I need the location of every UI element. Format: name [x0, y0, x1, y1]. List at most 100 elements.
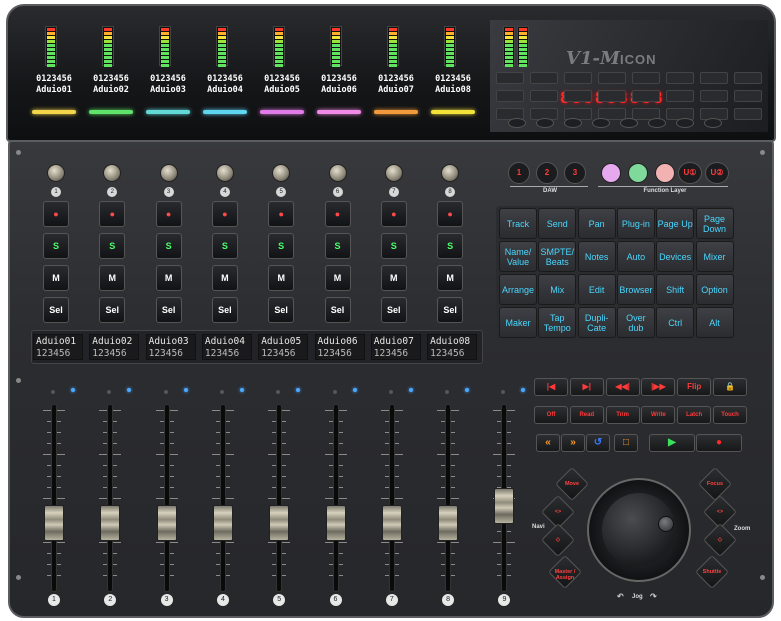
- solo-button-ch6[interactable]: S: [324, 233, 351, 259]
- mute-button-ch8[interactable]: M: [437, 265, 464, 291]
- zoom-left-right-button[interactable]: <>: [700, 509, 740, 515]
- function-auto-button[interactable]: Auto: [616, 241, 655, 272]
- pod-key[interactable]: [564, 90, 592, 102]
- rec-button-ch8[interactable]: ●: [437, 201, 464, 227]
- focus-button[interactable]: Focus: [695, 481, 735, 487]
- function-layer-color-1-button[interactable]: [601, 163, 621, 183]
- pod-round-key[interactable]: [676, 118, 694, 128]
- pod-key[interactable]: [700, 90, 728, 102]
- function-mixer-button[interactable]: Mixer: [695, 241, 734, 272]
- function-plug-in-button[interactable]: Plug-in: [616, 208, 655, 239]
- pod-round-key[interactable]: [508, 118, 526, 128]
- rec-button-ch7[interactable]: ●: [380, 201, 407, 227]
- select-button-ch1[interactable]: Sel: [43, 297, 69, 323]
- select-button-ch4[interactable]: Sel: [211, 297, 238, 323]
- pod-key[interactable]: [564, 72, 592, 84]
- pan-knob-ch6[interactable]: [328, 164, 347, 182]
- function-option-button[interactable]: Option: [695, 274, 734, 305]
- fader-cap-ch2[interactable]: [100, 505, 121, 541]
- transport-row3-button-3[interactable]: ↺: [586, 434, 610, 452]
- automation-write-button[interactable]: Write: [641, 406, 676, 424]
- daw-3-button[interactable]: 3: [564, 162, 586, 184]
- daw-1-button[interactable]: 1: [508, 162, 530, 184]
- function-send-button[interactable]: Send: [538, 208, 577, 239]
- solo-button-ch8[interactable]: S: [437, 233, 464, 259]
- automation-latch-button[interactable]: Latch: [677, 406, 712, 424]
- function-name-value-button[interactable]: Name/ Value: [499, 241, 537, 272]
- function-layer-color-3-button[interactable]: [655, 163, 675, 183]
- pod-key[interactable]: [734, 90, 762, 102]
- select-button-ch3[interactable]: Sel: [155, 297, 182, 323]
- rec-button-ch6[interactable]: ●: [324, 201, 351, 227]
- mute-button-ch4[interactable]: M: [211, 265, 238, 291]
- pod-key[interactable]: [700, 72, 728, 84]
- solo-button-ch4[interactable]: S: [211, 233, 238, 259]
- select-button-ch7[interactable]: Sel: [380, 297, 407, 323]
- pod-key[interactable]: [734, 72, 762, 84]
- pod-key[interactable]: [666, 90, 694, 102]
- solo-button-ch3[interactable]: S: [155, 233, 182, 259]
- pod-key[interactable]: [530, 72, 558, 84]
- transport-row3-button-5[interactable]: ▶: [649, 434, 695, 452]
- function-devices-button[interactable]: Devices: [656, 241, 695, 272]
- fader-cap-ch4[interactable]: [212, 505, 233, 541]
- function-ctrl-button[interactable]: Ctrl: [656, 307, 695, 338]
- pod-key[interactable]: [496, 90, 524, 102]
- daw-2-button[interactable]: 2: [536, 162, 558, 184]
- fader-cap-ch5[interactable]: [269, 505, 290, 541]
- pan-knob-ch1[interactable]: [47, 164, 65, 182]
- pod-round-key[interactable]: [592, 118, 610, 128]
- select-button-ch5[interactable]: Sel: [268, 297, 295, 323]
- pod-key[interactable]: [598, 72, 626, 84]
- fader-cap-ch6[interactable]: [325, 505, 346, 541]
- fader-cap-ch9[interactable]: [494, 488, 515, 524]
- pod-round-key[interactable]: [648, 118, 666, 128]
- transport-row3-button-2[interactable]: »: [561, 434, 585, 452]
- function-page-down-button[interactable]: Page Down: [695, 208, 734, 239]
- rec-button-ch1[interactable]: ●: [43, 201, 69, 227]
- automation-read-button[interactable]: Read: [569, 406, 604, 424]
- transport-row1-button-1[interactable]: |◀: [534, 378, 568, 396]
- function-notes-button[interactable]: Notes: [577, 241, 616, 272]
- function-layer-color-2-button[interactable]: [628, 163, 648, 183]
- automation-touch-button[interactable]: Touch: [713, 406, 747, 424]
- function-tap-tempo-button[interactable]: Tap Tempo: [538, 307, 577, 338]
- rec-button-ch5[interactable]: ●: [268, 201, 295, 227]
- rec-button-ch3[interactable]: ●: [155, 201, 182, 227]
- function-dupli-cate-button[interactable]: Dupli- Cate: [577, 307, 616, 338]
- function-edit-button[interactable]: Edit: [577, 274, 616, 305]
- pod-round-key[interactable]: [704, 118, 722, 128]
- pod-key[interactable]: [734, 108, 762, 120]
- function-alt-button[interactable]: Alt: [695, 307, 734, 338]
- function-shift-button[interactable]: Shift: [656, 274, 695, 305]
- pod-key[interactable]: [496, 72, 524, 84]
- transport-row3-button-1[interactable]: «: [536, 434, 560, 452]
- function-arrange-button[interactable]: Arrange: [499, 274, 537, 305]
- automation-trim-button[interactable]: Trim: [605, 406, 640, 424]
- pod-round-key[interactable]: [536, 118, 554, 128]
- pod-key[interactable]: [632, 90, 660, 102]
- pod-key[interactable]: [598, 90, 626, 102]
- transport-row1-button-4[interactable]: |▶▶: [641, 378, 676, 396]
- mute-button-ch1[interactable]: M: [43, 265, 69, 291]
- transport-row1-button-2[interactable]: ▶|: [569, 378, 604, 396]
- rec-button-ch4[interactable]: ●: [211, 201, 238, 227]
- transport-row1-button-5[interactable]: Flip: [677, 378, 712, 396]
- transport-row3-button-6[interactable]: ●: [696, 434, 742, 452]
- select-button-ch2[interactable]: Sel: [99, 297, 126, 323]
- solo-button-ch5[interactable]: S: [268, 233, 295, 259]
- mute-button-ch6[interactable]: M: [324, 265, 351, 291]
- select-button-ch6[interactable]: Sel: [324, 297, 351, 323]
- pod-key[interactable]: [666, 72, 694, 84]
- solo-button-ch2[interactable]: S: [99, 233, 126, 259]
- pod-round-key[interactable]: [564, 118, 582, 128]
- transport-row1-button-6[interactable]: 🔒: [713, 378, 747, 396]
- mute-button-ch7[interactable]: M: [380, 265, 407, 291]
- automation-off-button[interactable]: Off: [534, 406, 568, 424]
- zoom-up-down-button[interactable]: ◇: [700, 537, 740, 543]
- function-pan-button[interactable]: Pan: [577, 208, 616, 239]
- fader-cap-ch7[interactable]: [381, 505, 402, 541]
- shuttle-button[interactable]: Shuttle: [692, 569, 732, 575]
- move-button[interactable]: Move: [552, 481, 592, 487]
- select-button-ch8[interactable]: Sel: [437, 297, 464, 323]
